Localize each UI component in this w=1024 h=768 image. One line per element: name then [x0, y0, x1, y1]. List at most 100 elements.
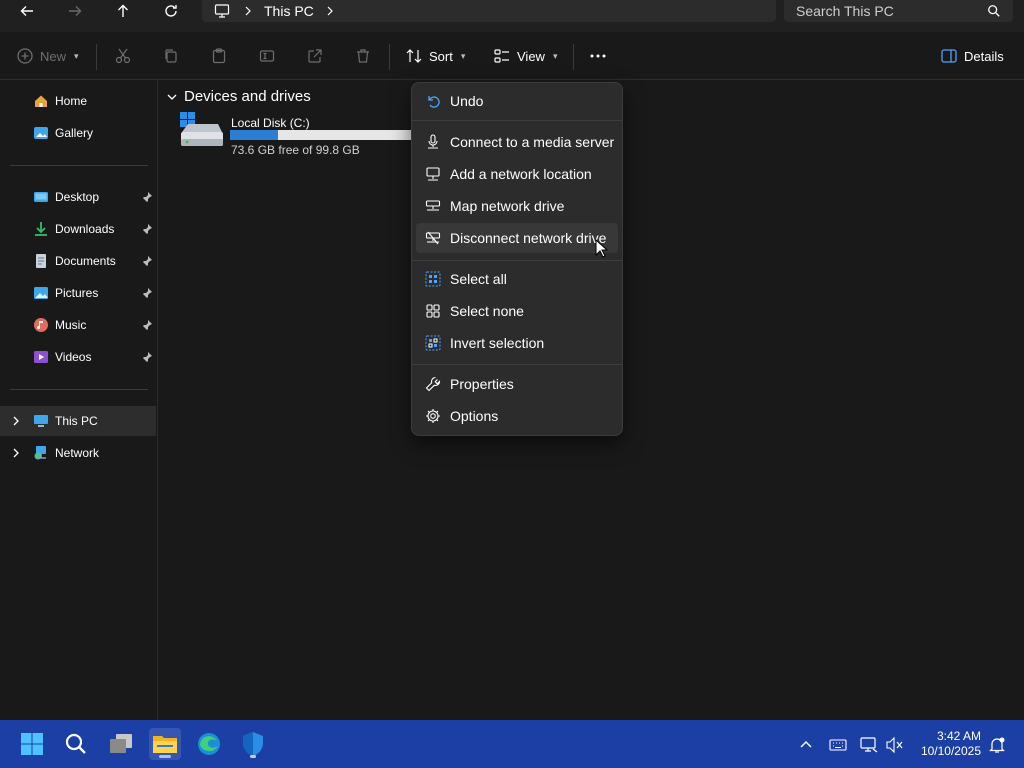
- menu-item-map-network-drive[interactable]: Map network drive: [416, 191, 618, 221]
- volume-button[interactable]: [886, 736, 904, 754]
- pin-icon[interactable]: [141, 223, 153, 235]
- toolbar-divider: [573, 44, 574, 70]
- trash-icon: [357, 49, 369, 63]
- sidebar-item-downloads[interactable]: Downloads: [0, 214, 156, 244]
- cut-button[interactable]: [114, 42, 132, 70]
- menu-item-invert-selection[interactable]: Invert selection: [416, 328, 618, 358]
- sidebar-item-videos[interactable]: Videos: [0, 342, 156, 372]
- keyboard-icon: [829, 739, 847, 751]
- videos-icon: [33, 349, 49, 365]
- breadcrumb-this-pc[interactable]: This PC: [264, 3, 314, 19]
- menu-item-label: Select all: [450, 271, 507, 287]
- section-header-devices[interactable]: Devices and drives: [166, 88, 311, 105]
- copy-button[interactable]: [162, 42, 180, 70]
- view-button[interactable]: View ▾: [493, 42, 557, 70]
- menu-item-label: Add a network location: [450, 166, 592, 182]
- pin-icon[interactable]: [141, 191, 153, 203]
- sort-button[interactable]: Sort ▾: [405, 42, 465, 70]
- show-hidden-icons-button[interactable]: [797, 736, 815, 754]
- chevron-down-icon: ▾: [460, 50, 466, 61]
- menu-item-select-none[interactable]: Select none: [416, 296, 618, 326]
- menu-item-options[interactable]: Options: [416, 401, 618, 431]
- disconnect-drive-icon: [424, 229, 442, 247]
- pin-icon[interactable]: [141, 319, 153, 331]
- menu-item-properties[interactable]: Properties: [416, 369, 618, 399]
- taskbar-edge[interactable]: [193, 728, 225, 760]
- windows-logo-icon: [21, 733, 43, 755]
- clock-date: 10/10/2025: [920, 744, 981, 758]
- notifications-button[interactable]: [988, 736, 1006, 754]
- menu-item-add-network-location[interactable]: Add a network location: [416, 159, 618, 189]
- sidebar-item-network[interactable]: Network: [0, 438, 156, 468]
- system-clock[interactable]: 3:42 AM 10/10/2025: [921, 729, 981, 759]
- plus-circle-icon: [17, 48, 33, 64]
- details-button[interactable]: Details: [940, 42, 1004, 70]
- menu-item-label: Disconnect network drive: [450, 230, 607, 246]
- menu-item-undo[interactable]: Undo: [416, 86, 618, 116]
- sidebar-item-this-pc[interactable]: This PC: [0, 406, 156, 436]
- pin-icon[interactable]: [141, 351, 153, 363]
- menu-item-connect-media-server[interactable]: Connect to a media server: [416, 127, 618, 157]
- chevron-right-icon[interactable]: [10, 447, 22, 459]
- select-all-icon: [424, 270, 442, 288]
- drive-usage-bar: [230, 130, 416, 140]
- rename-button[interactable]: [258, 42, 276, 70]
- network-location-icon: [424, 165, 442, 183]
- rename-icon: [259, 50, 275, 62]
- chevron-right-icon[interactable]: [324, 5, 336, 17]
- search-box[interactable]: [784, 0, 1013, 22]
- menu-item-label: Options: [450, 408, 499, 424]
- task-view-button[interactable]: [105, 728, 137, 760]
- drive-tile-local-disk[interactable]: Local Disk (C:) 73.6 GB free of 99.8 GB: [178, 112, 418, 160]
- network-monitor-icon: [860, 737, 878, 753]
- gear-icon: [424, 407, 442, 425]
- pin-icon[interactable]: [141, 287, 153, 299]
- chevron-up-icon: [800, 741, 812, 748]
- new-button[interactable]: New ▾: [16, 42, 79, 70]
- menu-item-disconnect-network-drive[interactable]: Disconnect network drive: [416, 223, 618, 253]
- pin-icon[interactable]: [141, 255, 153, 267]
- sidebar-item-gallery[interactable]: Gallery: [0, 118, 156, 148]
- keyboard-layout-button[interactable]: [829, 736, 847, 754]
- forward-button[interactable]: [60, 0, 90, 22]
- sidebar-item-desktop[interactable]: Desktop: [0, 182, 156, 212]
- hard-drive-icon: [180, 112, 223, 146]
- chevron-right-icon[interactable]: [10, 415, 22, 427]
- task-view-icon: [110, 734, 132, 753]
- sidebar-item-label: Pictures: [55, 286, 99, 300]
- delete-button[interactable]: [354, 42, 372, 70]
- menu-separator: [412, 120, 622, 121]
- sidebar-item-documents[interactable]: Documents: [0, 246, 156, 276]
- back-button[interactable]: [12, 0, 42, 22]
- clipboard-icon: [212, 48, 226, 64]
- network-status-button[interactable]: [860, 736, 878, 754]
- shield-icon: [243, 732, 263, 756]
- taskbar-search-button[interactable]: [60, 728, 92, 760]
- sidebar-item-music[interactable]: Music: [0, 310, 156, 340]
- address-bar[interactable]: This PC: [202, 0, 776, 22]
- menu-item-select-all[interactable]: Select all: [416, 264, 618, 294]
- network-icon: [33, 445, 49, 461]
- chevron-down-icon: ▾: [74, 50, 79, 61]
- start-button[interactable]: [16, 728, 48, 760]
- up-button[interactable]: [108, 0, 138, 22]
- toolbar-divider: [96, 44, 97, 70]
- share-button[interactable]: [306, 42, 324, 70]
- sidebar-item-label: Network: [55, 446, 100, 460]
- sidebar-item-pictures[interactable]: Pictures: [0, 278, 156, 308]
- pictures-icon: [33, 285, 49, 301]
- taskbar-security[interactable]: [237, 728, 269, 760]
- search-input[interactable]: [796, 3, 976, 19]
- invert-selection-icon: [424, 334, 442, 352]
- refresh-button[interactable]: [156, 0, 186, 22]
- taskbar-file-explorer[interactable]: [149, 728, 181, 760]
- new-label: New: [40, 48, 67, 64]
- paste-button[interactable]: [210, 42, 228, 70]
- sidebar-item-home[interactable]: Home: [0, 86, 156, 116]
- map-drive-icon: [424, 197, 442, 215]
- sidebar-item-label: Videos: [55, 350, 92, 364]
- address-row: This PC: [0, 0, 1024, 32]
- see-more-button[interactable]: [589, 42, 607, 70]
- menu-item-label: Connect to a media server: [450, 134, 615, 150]
- chevron-right-icon: [245, 6, 251, 16]
